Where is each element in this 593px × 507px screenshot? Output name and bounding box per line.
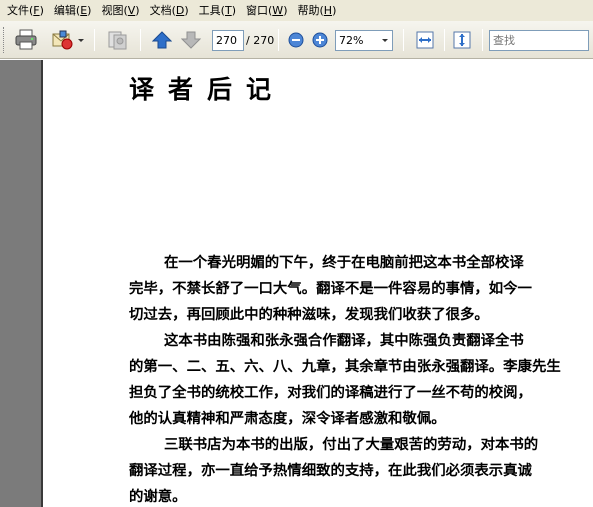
document-gray-icon xyxy=(108,31,127,50)
zoom-in-icon xyxy=(312,32,328,48)
menu-tools[interactable]: 工具(T) xyxy=(194,0,241,21)
page-total-label: / 270 xyxy=(246,34,275,47)
toolbar-separator xyxy=(140,29,141,51)
menu-help[interactable]: 帮助(H) xyxy=(292,0,341,21)
toolbar-separator xyxy=(278,29,279,51)
paragraph-line: 的第一、二、五、六、八、九章，其余章节由张永强翻译。李康先生 xyxy=(129,358,561,375)
document-page[interactable]: 译者后记 在一个春光明媚的下午，终于在电脑前把这本书全部校译 完毕，不禁长舒了一… xyxy=(43,60,593,507)
fit-width-button[interactable] xyxy=(412,28,438,52)
menu-edit[interactable]: 编辑(E) xyxy=(49,0,97,21)
menu-view[interactable]: 视图(V) xyxy=(96,0,144,21)
toolbar-separator xyxy=(94,29,95,51)
paragraph-line: 在一个春光明媚的下午，终于在电脑前把这本书全部校译 xyxy=(164,254,524,271)
page-number-input[interactable] xyxy=(212,30,244,51)
menu-bar: 文件(F) 编辑(E) 视图(V) 文档(D) 工具(T) 窗口(W) 帮助(H… xyxy=(0,0,593,21)
document-gray-button[interactable] xyxy=(103,28,131,52)
zoom-out-button[interactable] xyxy=(286,28,306,52)
prev-page-icon xyxy=(152,31,172,49)
left-panel xyxy=(0,60,43,507)
toolbar-separator xyxy=(403,29,404,51)
paragraph-line: 翻译过程，亦一直给予热情细致的支持，在此我们必须表示真诚 xyxy=(129,462,532,479)
print-icon xyxy=(15,29,37,50)
email-button[interactable] xyxy=(48,28,86,52)
paragraph-line: 切过去，再回顾此中的种种滋味，发现我们收获了很多。 xyxy=(129,306,489,323)
zoom-value: 72% xyxy=(339,34,364,47)
fit-width-icon xyxy=(416,31,434,49)
search-input[interactable] xyxy=(489,30,589,51)
paragraph-line: 的谢意。 xyxy=(129,488,187,505)
fit-page-icon xyxy=(453,31,471,49)
menu-document[interactable]: 文档(D) xyxy=(145,0,194,21)
toolbar: / 270 72% xyxy=(0,21,593,59)
document-title: 译者后记 xyxy=(129,75,286,104)
zoom-dropdown-button[interactable] xyxy=(378,31,392,50)
toolbar-separator xyxy=(444,29,445,51)
toolbar-separator xyxy=(482,29,483,51)
menu-window[interactable]: 窗口(W) xyxy=(241,0,292,21)
zoom-in-button[interactable] xyxy=(310,28,330,52)
paragraph-line: 这本书由陈强和张永强合作翻译，其中陈强负责翻译全书 xyxy=(164,332,524,349)
email-icon xyxy=(52,30,73,50)
toolbar-grip[interactable] xyxy=(3,27,6,53)
next-page-button[interactable] xyxy=(179,28,203,52)
paragraph-line: 他的认真精神和严肃态度，深令译者感激和敬佩。 xyxy=(129,410,446,427)
fit-page-button[interactable] xyxy=(449,28,475,52)
paragraph-line: 担负了全书的统校工作，对我们的译稿进行了一丝不苟的校阅， xyxy=(129,384,532,401)
menu-file[interactable]: 文件(F) xyxy=(2,0,49,21)
paragraph-line: 完毕，不禁长舒了一口大气。翻译不是一件容易的事情，如今一 xyxy=(129,280,532,297)
zoom-select[interactable]: 72% xyxy=(335,30,393,51)
next-page-icon xyxy=(181,31,201,49)
chevron-down-icon xyxy=(78,38,84,42)
chevron-down-icon xyxy=(382,39,388,42)
print-button[interactable] xyxy=(12,28,40,52)
previous-page-button[interactable] xyxy=(150,28,174,52)
zoom-out-icon xyxy=(288,32,304,48)
paragraph-line: 三联书店为本书的出版，付出了大量艰苦的劳动，对本书的 xyxy=(164,436,539,453)
